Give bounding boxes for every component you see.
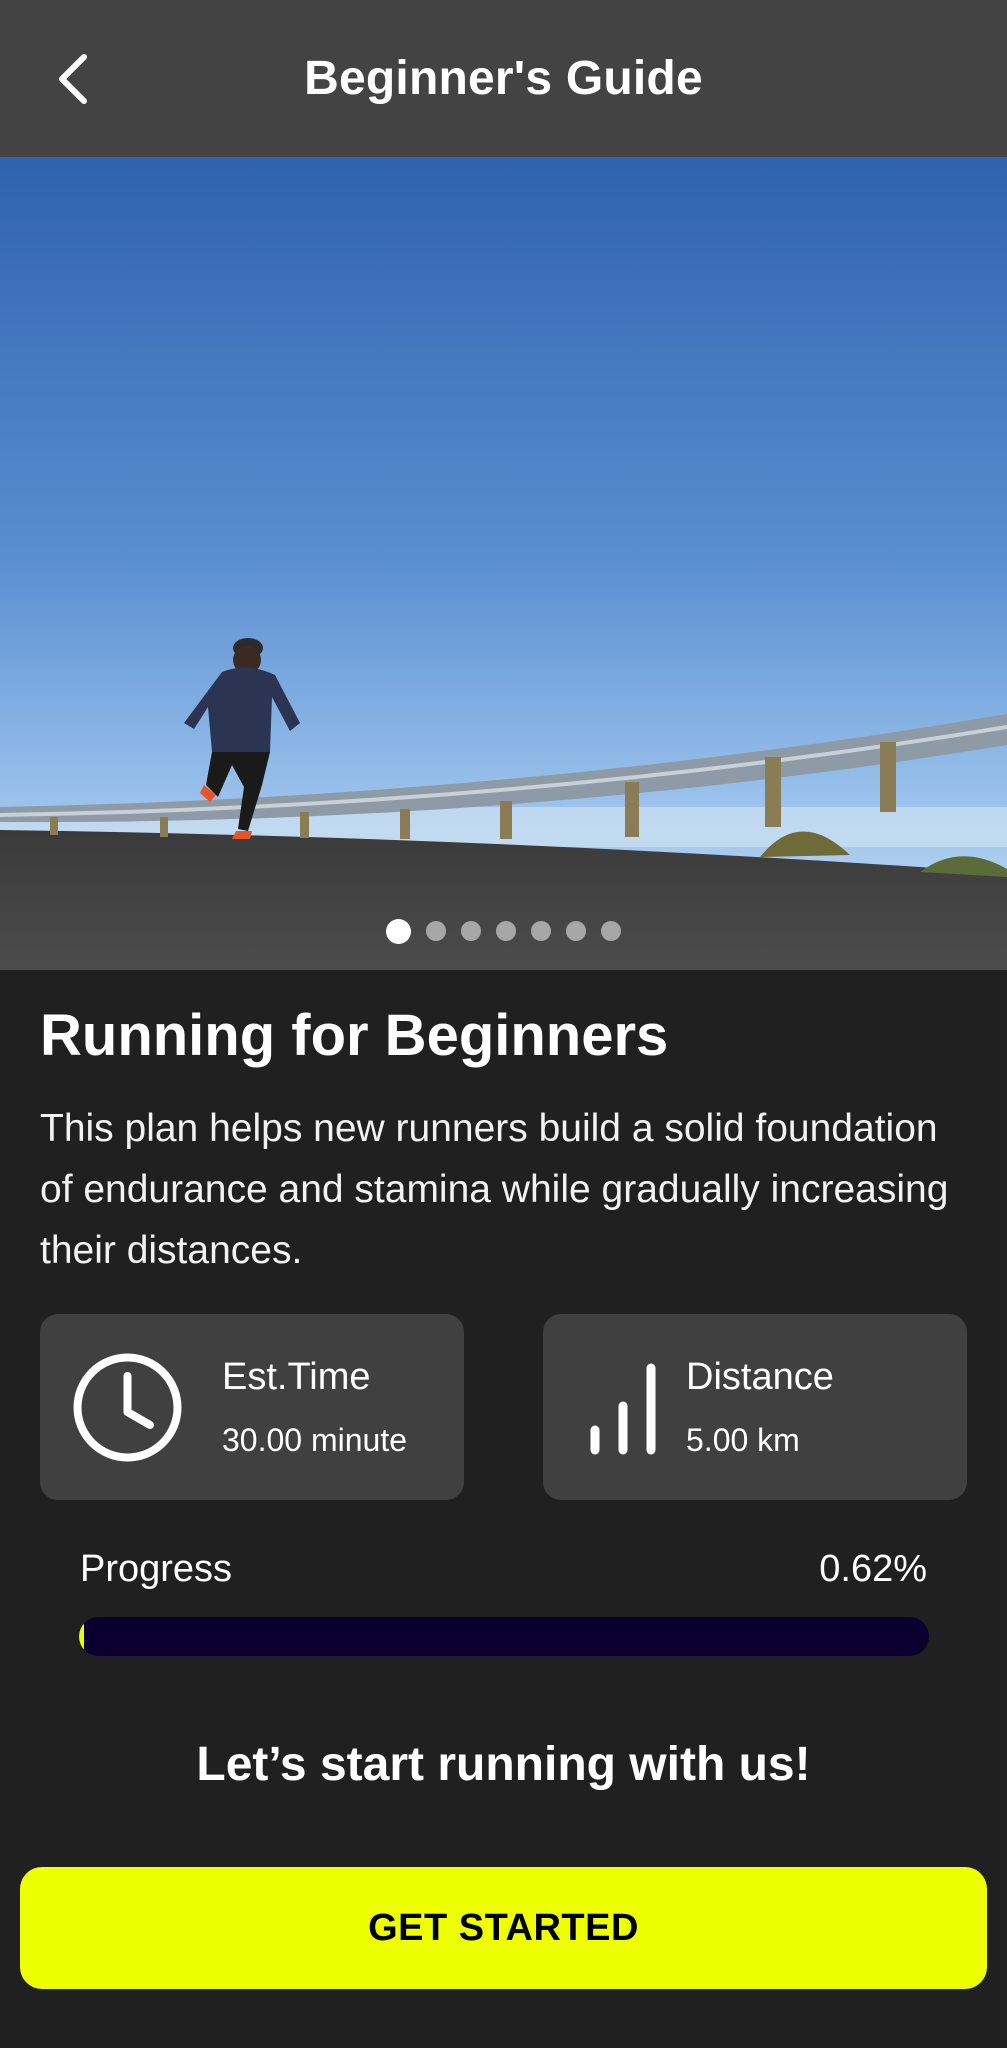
carousel-dot[interactable] bbox=[566, 921, 586, 941]
get-started-button[interactable]: GET STARTED bbox=[20, 1867, 987, 1989]
carousel-dot[interactable] bbox=[496, 921, 516, 941]
chevron-left-icon bbox=[59, 54, 87, 104]
est-time-label: Est.Time bbox=[222, 1356, 371, 1398]
page-title: Beginner's Guide bbox=[304, 52, 703, 105]
progress-label: Progress bbox=[80, 1548, 233, 1590]
progress-bar bbox=[79, 1617, 929, 1656]
carousel-dot[interactable] bbox=[461, 921, 481, 941]
cta-heading: Let’s start running with us! bbox=[196, 1738, 811, 1791]
distance-label: Distance bbox=[686, 1356, 834, 1398]
distance-card: Distance 5.00 km bbox=[543, 1314, 967, 1500]
carousel-dot[interactable] bbox=[426, 921, 446, 941]
hero-image-carousel[interactable] bbox=[0, 157, 1007, 970]
est-time-card: Est.Time 30.00 minute bbox=[40, 1314, 464, 1500]
clock-icon bbox=[70, 1350, 185, 1465]
carousel-dot[interactable] bbox=[601, 921, 621, 941]
progress-value: 0.62% bbox=[819, 1548, 927, 1590]
progress-bar-fill bbox=[79, 1617, 85, 1656]
runner-on-road-photo bbox=[0, 157, 1007, 970]
distance-value: 5.00 km bbox=[686, 1422, 800, 1458]
plan-description: This plan helps new runners build a soli… bbox=[40, 1107, 949, 1272]
top-app-bar: Beginner's Guide bbox=[0, 0, 1007, 157]
carousel-indicator[interactable] bbox=[0, 919, 1007, 944]
carousel-dot[interactable] bbox=[386, 919, 411, 944]
plan-title: Running for Beginners bbox=[40, 1003, 669, 1068]
get-started-label: GET STARTED bbox=[368, 1906, 639, 1949]
back-button[interactable] bbox=[44, 46, 100, 112]
signal-bars-icon bbox=[565, 1350, 680, 1465]
est-time-value: 30.00 minute bbox=[222, 1422, 408, 1458]
carousel-dot[interactable] bbox=[531, 921, 551, 941]
